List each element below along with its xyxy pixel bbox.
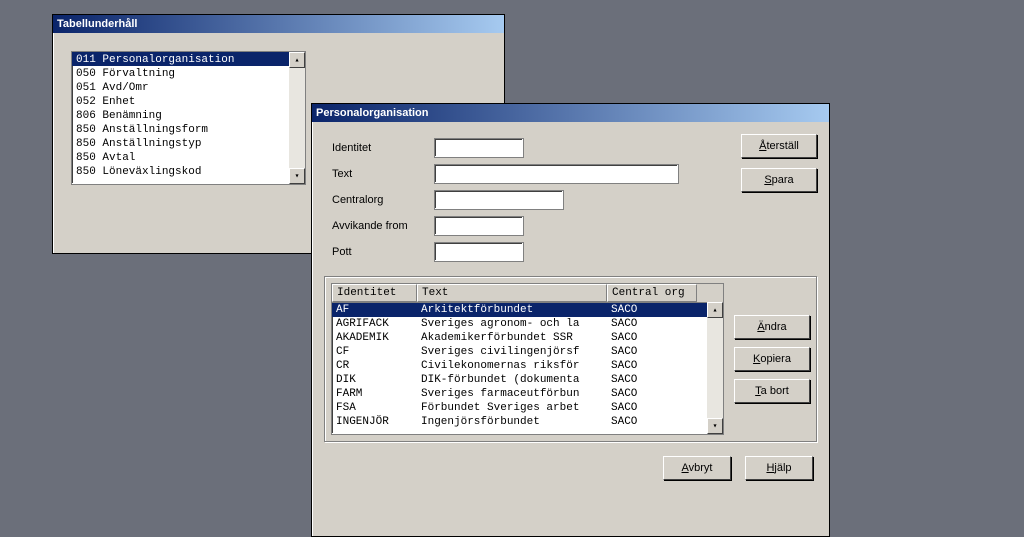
- text-input[interactable]: [434, 164, 679, 184]
- list-item[interactable]: 850 Avtal: [72, 150, 305, 164]
- table-row[interactable]: FARMSveriges farmaceutförbunSACO: [332, 387, 723, 401]
- scroll-up-icon[interactable]: ▴: [707, 302, 723, 318]
- spara-button[interactable]: Spara: [741, 168, 817, 192]
- list-item[interactable]: 850 Anställningstyp: [72, 136, 305, 150]
- pott-input[interactable]: [434, 242, 524, 262]
- personalorganisation-window: Personalorganisation Identitet Text Cent…: [311, 103, 830, 537]
- header-text[interactable]: Text: [417, 284, 607, 302]
- avbryt-button[interactable]: Avbryt: [663, 456, 731, 480]
- table-row[interactable]: INGENJÖRIngenjörsförbundetSACO: [332, 415, 723, 429]
- tabellunderhall-titlebar[interactable]: Tabellunderhåll: [53, 15, 504, 33]
- table-row[interactable]: CFSveriges civilingenjörsfSACO: [332, 345, 723, 359]
- list-item[interactable]: 850 Anställningsform: [72, 122, 305, 136]
- list-item[interactable]: 051 Avd/Omr: [72, 80, 305, 94]
- list-scrollbar[interactable]: ▴ ▾: [289, 52, 305, 184]
- list-item[interactable]: 806 Benämning: [72, 108, 305, 122]
- list-item[interactable]: 011 Personalorganisation: [72, 52, 305, 66]
- pott-label: Pott: [324, 246, 434, 258]
- aterstall-button[interactable]: Återställ: [741, 134, 817, 158]
- table-row[interactable]: AFArkitektförbundetSACO: [332, 303, 723, 317]
- tabort-button[interactable]: Ta bort: [734, 379, 810, 403]
- list-item[interactable]: 052 Enhet: [72, 94, 305, 108]
- table-row[interactable]: AKADEMIKAkademikerförbundet SSRSACO: [332, 331, 723, 345]
- table-row[interactable]: AGRIFACKSveriges agronom- och laSACO: [332, 317, 723, 331]
- tabellunderhall-title: Tabellunderhåll: [57, 18, 137, 30]
- identitet-label: Identitet: [324, 142, 434, 154]
- grid-header: Identitet Text Central org: [332, 284, 723, 303]
- scroll-down-icon[interactable]: ▾: [707, 418, 723, 434]
- scroll-up-icon[interactable]: ▴: [289, 52, 305, 68]
- org-grid[interactable]: Identitet Text Central org AFArkitektför…: [331, 283, 724, 435]
- scroll-down-icon[interactable]: ▾: [289, 168, 305, 184]
- grid-scrollbar[interactable]: ▴ ▾: [707, 302, 723, 434]
- table-row[interactable]: CRCivilekonomernas riksförSACO: [332, 359, 723, 373]
- identitet-input[interactable]: [434, 138, 524, 158]
- centralorg-input[interactable]: [434, 190, 564, 210]
- hjalp-button[interactable]: Hjälp: [745, 456, 813, 480]
- list-item[interactable]: 050 Förvaltning: [72, 66, 305, 80]
- tabell-listbox[interactable]: 011 Personalorganisation050 Förvaltning0…: [71, 51, 306, 185]
- table-row[interactable]: FSAFörbundet Sveriges arbetSACO: [332, 401, 723, 415]
- list-item[interactable]: 850 Löneväxlingskod: [72, 164, 305, 178]
- table-row[interactable]: DIKDIK-förbundet (dokumentaSACO: [332, 373, 723, 387]
- header-centralorg[interactable]: Central org: [607, 284, 697, 302]
- avvikande-input[interactable]: [434, 216, 524, 236]
- personalorganisation-titlebar[interactable]: Personalorganisation: [312, 104, 829, 122]
- text-label: Text: [324, 168, 434, 180]
- grid-panel: Identitet Text Central org AFArkitektför…: [324, 276, 817, 442]
- andra-button[interactable]: Ändra: [734, 315, 810, 339]
- centralorg-label: Centralorg: [324, 194, 434, 206]
- kopiera-button[interactable]: Kopiera: [734, 347, 810, 371]
- header-identitet[interactable]: Identitet: [332, 284, 417, 302]
- avvikande-label: Avvikande from: [324, 220, 434, 232]
- personalorganisation-title: Personalorganisation: [316, 107, 428, 119]
